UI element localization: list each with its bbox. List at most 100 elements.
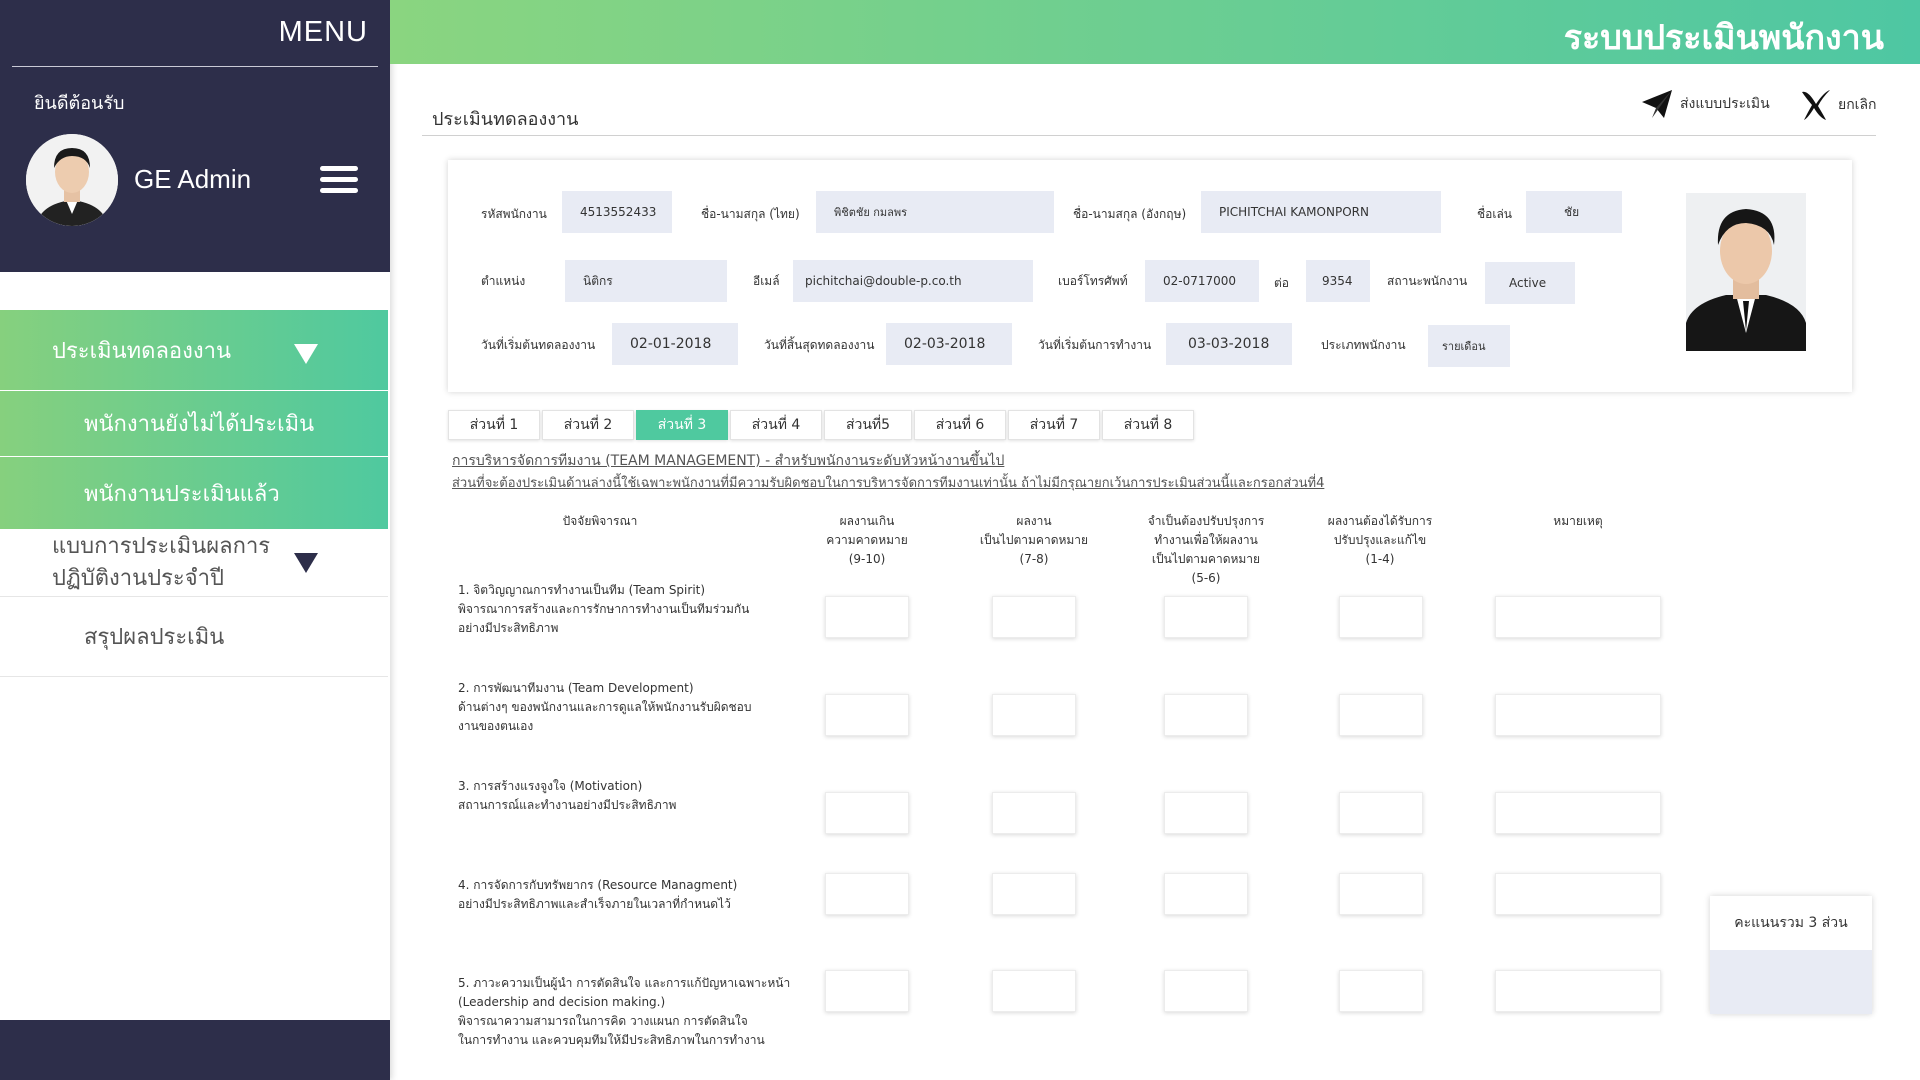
send-evaluation-button[interactable]: ส่งแบบประเมิน — [1640, 88, 1770, 120]
tab-part-3[interactable]: ส่วนที่ 3 — [636, 410, 728, 440]
label-probation-end: วันที่สิ้นสุดทดลองงาน — [764, 338, 875, 352]
page-title: ประเมินทดลองงาน — [432, 109, 579, 130]
total-score-label: คะแนนรวม 3 ส่วน — [1734, 915, 1848, 931]
email-field[interactable]: pichitchai@double-p.co.th — [793, 260, 1033, 302]
label-position: ตำแหน่ง — [481, 274, 526, 288]
hamburger-menu-icon[interactable] — [320, 166, 358, 194]
score-input-needs-improvement[interactable] — [1164, 596, 1248, 638]
label-ext: ต่อ — [1274, 276, 1289, 290]
column-header-needs-improvement: จำเป็นต้องปรับปรุงการ ทำงานเพื่อให้ผลงานเ… — [1147, 514, 1265, 585]
total-score-card: คะแนนรวม 3 ส่วน — [1710, 896, 1872, 1014]
tab-part-8[interactable]: ส่วนที่ 8 — [1102, 410, 1194, 440]
score-input-exceeds[interactable] — [825, 596, 909, 638]
sidebar-profile-panel: MENU ยินดีต้อนรับ GE Admin — [0, 0, 390, 272]
remark-input[interactable] — [1495, 873, 1661, 915]
send-evaluation-label: ส่งแบบประเมิน — [1680, 96, 1770, 112]
label-status: สถานะพนักงาน — [1387, 274, 1468, 288]
work-start-field[interactable]: 03-03-2018 — [1166, 323, 1292, 365]
score-input-needs-improvement[interactable] — [1164, 970, 1248, 1012]
sidebar-item-label: พนักงานยังไม่ได้ประเมิน — [84, 412, 315, 437]
tab-part-2[interactable]: ส่วนที่ 2 — [542, 410, 634, 440]
sidebar-item-evaluated[interactable]: พนักงานประเมินแล้ว — [0, 457, 388, 529]
triangle-down-icon[interactable] — [294, 344, 318, 364]
column-header-must-improve: ผลงานต้องได้รับการ ปรับปรุงและแก้ไข (1-4) — [1327, 514, 1433, 566]
score-input-meets[interactable] — [992, 792, 1076, 834]
score-input-exceeds[interactable] — [825, 970, 909, 1012]
header-bar: ระบบประเมินพนักงาน — [390, 0, 1920, 64]
score-input-needs-improvement[interactable] — [1164, 792, 1248, 834]
label-nickname: ชื่อเล่น — [1477, 207, 1513, 221]
employee-type-field[interactable]: รายเดือน — [1428, 325, 1510, 367]
divider — [422, 135, 1876, 136]
label-phone: เบอร์โทรศัพท์ — [1058, 274, 1128, 288]
sidebar-footer — [0, 1020, 390, 1080]
sidebar-item-label-line2: ปฏิบัติงานประจำปี — [52, 565, 224, 591]
nickname-field[interactable]: ชัย — [1526, 191, 1622, 233]
welcome-text: ยินดีต้อนรับ — [34, 93, 125, 114]
remark-input[interactable] — [1495, 596, 1661, 638]
sidebar-item-not-evaluated[interactable]: พนักงานยังไม่ได้ประเมิน — [0, 391, 388, 456]
username: GE Admin — [134, 164, 252, 194]
probation-end-field[interactable]: 02-03-2018 — [886, 323, 1012, 365]
sidebar-item-label: สรุปผลประเมิน — [84, 625, 225, 650]
tab-part-1[interactable]: ส่วนที่ 1 — [448, 410, 540, 440]
score-input-must-improve[interactable] — [1339, 792, 1423, 834]
tab-part-4[interactable]: ส่วนที่ 4 — [730, 410, 822, 440]
score-input-must-improve[interactable] — [1339, 596, 1423, 638]
total-score-value — [1710, 950, 1872, 1014]
score-input-must-improve[interactable] — [1339, 970, 1423, 1012]
column-header-factor: ปัจจัยพิจารณา — [562, 514, 638, 528]
score-input-exceeds[interactable] — [825, 694, 909, 736]
cancel-button[interactable]: ยกเลิก — [1800, 88, 1877, 122]
position-field[interactable]: นิติกร — [565, 260, 727, 302]
spacer — [0, 272, 390, 310]
employee-id-field[interactable]: 4513552433 — [562, 191, 672, 233]
phone-field[interactable]: 02-0717000 — [1145, 260, 1259, 302]
remark-input[interactable] — [1495, 694, 1661, 736]
tab-part-5[interactable]: ส่วนที่5 — [824, 410, 912, 440]
criterion-2: 2. การพัฒนาทีมงาน (Team Development) ด้า… — [458, 681, 752, 733]
score-input-meets[interactable] — [992, 873, 1076, 915]
sidebar-item-probation[interactable]: ประเมินทดลองงาน — [0, 310, 388, 390]
name-en-field[interactable]: PICHITCHAI KAMONPORN — [1201, 191, 1441, 233]
score-input-needs-improvement[interactable] — [1164, 873, 1248, 915]
tab-part-6[interactable]: ส่วนที่ 6 — [914, 410, 1006, 440]
column-header-meets: ผลงาน เป็นไปตามคาดหมาย (7-8) — [979, 514, 1089, 566]
sidebar-item-annual-evaluation[interactable]: แบบการประเมินผลการ ปฏิบัติงานประจำปี — [0, 529, 388, 597]
app-title: ระบบประเมินพนักงาน — [1563, 18, 1884, 58]
sidebar-item-label: แบบการประเมินผลการ — [52, 533, 271, 559]
remark-input[interactable] — [1495, 792, 1661, 834]
section-heading-link[interactable]: การบริหารจัดการทีมงาน (TEAM MANAGEMENT) … — [452, 450, 1004, 472]
sidebar-item-label: พนักงานประเมินแล้ว — [84, 481, 280, 507]
score-input-must-improve[interactable] — [1339, 694, 1423, 736]
score-input-needs-improvement[interactable] — [1164, 694, 1248, 736]
score-input-must-improve[interactable] — [1339, 873, 1423, 915]
section-tabs: ส่วนที่ 1 ส่วนที่ 2 ส่วนที่ 3 ส่วนที่ 4 … — [448, 410, 1196, 440]
remark-input[interactable] — [1495, 970, 1661, 1012]
score-input-meets[interactable] — [992, 694, 1076, 736]
status-field[interactable]: Active — [1485, 262, 1575, 304]
criterion-1: 1. จิตวิญญาณการทำงานเป็นทีม (Team Spirit… — [458, 583, 750, 635]
label-employee-id: รหัสพนักงาน — [481, 207, 547, 221]
label-employee-type: ประเภทพนักงาน — [1321, 338, 1406, 352]
label-name-en: ชื่อ-นามสกุล (อังกฤษ) — [1073, 207, 1187, 221]
sidebar: MENU ยินดีต้อนรับ GE Admin ประเมินทดลองง… — [0, 0, 390, 1080]
section-note-link[interactable]: ส่วนที่จะต้องประเมินด้านล่างนี้ใช้เฉพาะพ… — [452, 472, 1324, 493]
column-header-remark: หมายเหตุ — [1553, 514, 1603, 528]
score-input-meets[interactable] — [992, 596, 1076, 638]
label-probation-start: วันที่เริ่มต้นทดลองงาน — [481, 338, 596, 352]
sidebar-item-summary[interactable]: สรุปผลประเมิน — [0, 597, 388, 677]
criterion-5: 5. ภาวะความเป็นผู้นำ การตัดสินใจ และการแ… — [458, 976, 791, 1047]
ext-field[interactable]: 9354 — [1306, 260, 1370, 302]
tab-part-7[interactable]: ส่วนที่ 7 — [1008, 410, 1100, 440]
score-input-exceeds[interactable] — [825, 873, 909, 915]
label-email: อีเมล์ — [753, 274, 780, 288]
probation-start-field[interactable]: 02-01-2018 — [612, 323, 738, 365]
score-input-meets[interactable] — [992, 970, 1076, 1012]
column-header-exceeds: ผลงานเกิน ความคาดหมาย (9-10) — [826, 514, 908, 566]
score-input-exceeds[interactable] — [825, 792, 909, 834]
criterion-4: 4. การจัดการกับทรัพยากร (Resource Managm… — [458, 878, 738, 911]
triangle-down-icon[interactable] — [294, 553, 318, 573]
label-name-th: ชื่อ-นามสกุล (ไทย) — [701, 207, 800, 221]
name-th-field[interactable]: พิชิตชัย กมลพร — [816, 191, 1054, 233]
